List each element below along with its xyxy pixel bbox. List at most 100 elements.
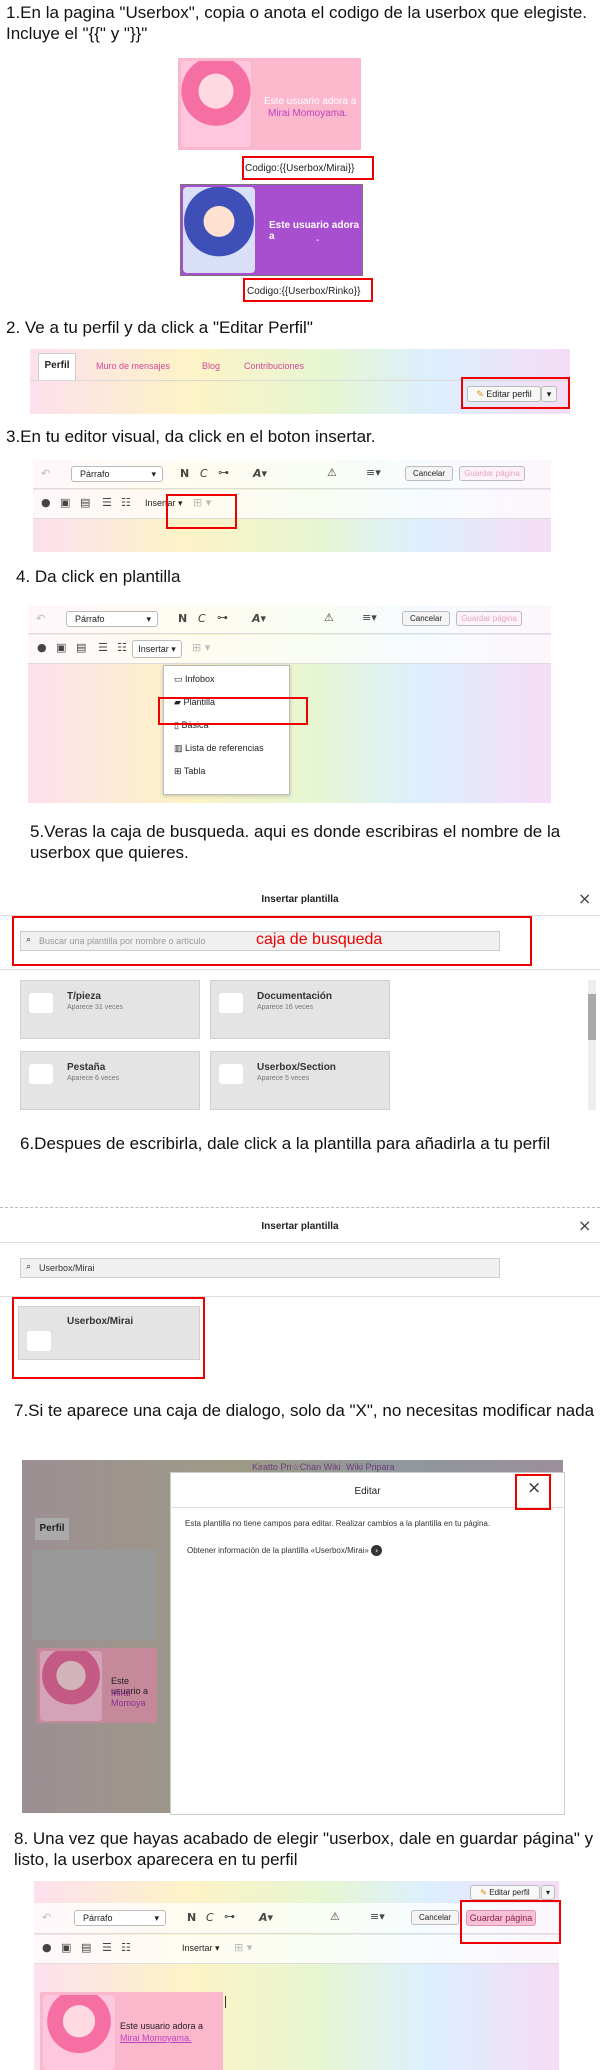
bullet-list-icon[interactable]: ☰ xyxy=(98,641,108,654)
step-6-text: 6.Despues de escribirla, dale click a la… xyxy=(20,1134,551,1153)
infobox-icon: ▭ xyxy=(174,674,183,684)
userbox-rinko-name: - xyxy=(316,235,320,246)
undo-icon[interactable]: ↶ xyxy=(41,467,50,480)
numbered-list-icon[interactable]: ☷ xyxy=(121,1941,131,1954)
link-icon[interactable]: ⊶ xyxy=(217,611,228,624)
editor-toolbar-screenshot-1: ↶ Párrafo ▾ N C ⊶ A▾ ⚠ ≡▾ Cancelar Guarda… xyxy=(33,460,551,552)
italic-icon[interactable]: C xyxy=(198,612,206,625)
gallery-icon[interactable]: ▤ xyxy=(76,641,86,654)
menu-item-tabla[interactable]: ⊞ Tabla xyxy=(174,766,205,777)
undo-icon[interactable]: ↶ xyxy=(36,612,45,625)
menu-item-referencias[interactable]: ▥ Lista de referencias xyxy=(174,743,264,754)
paragraph-select[interactable]: Párrafo ▾ xyxy=(66,611,158,627)
chevron-down-icon: ▾ xyxy=(151,469,156,479)
list-icon[interactable]: ≡▾ xyxy=(362,611,377,624)
edit-dialog-title: Editar xyxy=(354,1486,381,1497)
step-4-text: 4. Da click en plantilla xyxy=(16,567,181,586)
card-title: Documentación xyxy=(257,991,333,1002)
image-icon[interactable]: ▣ xyxy=(61,1941,71,1954)
tab-perfil[interactable]: Perfil xyxy=(38,353,76,380)
cancel-button[interactable]: Cancelar xyxy=(402,611,450,626)
undo-icon[interactable]: ↶ xyxy=(42,1911,51,1924)
gallery-icon[interactable]: ▤ xyxy=(80,496,90,509)
save-page-button[interactable]: Guardar página xyxy=(456,611,522,626)
image-icon[interactable]: ▣ xyxy=(56,641,66,654)
highlight-insertar-1 xyxy=(166,494,237,529)
text-style-icon[interactable]: A▾ xyxy=(253,467,267,480)
toolbar2-row-2: ● ▣ ▤ ☰ ☷ Insertar ▾ ⊞ ▾ xyxy=(28,635,551,664)
highlight-guardar-pagina xyxy=(460,1900,561,1944)
final-userbox-name[interactable]: Mirai Momoyama. xyxy=(120,2033,192,2043)
numbered-list-icon[interactable]: ☷ xyxy=(117,641,127,654)
card-sub: Aparece 6 veces xyxy=(67,1075,120,1082)
gallery-icon[interactable]: ▤ xyxy=(81,1941,91,1954)
table-icon[interactable]: ⊞ ▾ xyxy=(192,641,210,654)
text-style-icon[interactable]: A▾ xyxy=(252,612,266,625)
template-card-tpieza[interactable]: T/pieza Aparece 31 veces xyxy=(20,980,200,1039)
text-style-icon[interactable]: A▾ xyxy=(259,1911,273,1924)
list-icon[interactable]: ≡▾ xyxy=(370,1910,385,1923)
scrollbar-thumb[interactable] xyxy=(588,994,596,1040)
tab-muro[interactable]: Muro de mensajes xyxy=(96,361,170,371)
bold-icon[interactable]: N xyxy=(187,1911,196,1924)
tab-blog[interactable]: Blog xyxy=(202,361,220,371)
table-icon[interactable]: ⊞ ▾ xyxy=(234,1941,252,1954)
numbered-list-icon[interactable]: ☷ xyxy=(121,496,131,509)
close-icon[interactable]: × xyxy=(578,1216,591,1235)
rinko-avatar xyxy=(183,187,255,273)
step-5-text: 5.Veras la caja de busqueda. aqui es don… xyxy=(30,822,561,862)
tab-contribuciones[interactable]: Contribuciones xyxy=(244,361,304,371)
paragraph-label: Párrafo xyxy=(75,614,105,624)
userbox-mirai-name[interactable]: Mirai Momoyama. xyxy=(268,108,347,119)
link-icon[interactable]: ⊶ xyxy=(218,466,229,479)
bullet-list-icon[interactable]: ☰ xyxy=(102,496,112,509)
template-card-userbox-section[interactable]: Userbox/Section Aparece 5 veces xyxy=(210,1051,390,1110)
media-icon[interactable]: ● xyxy=(37,641,47,654)
puzzle-icon xyxy=(219,993,243,1013)
bullet-list-icon[interactable]: ☰ xyxy=(102,1941,112,1954)
userbox-mirai-text: Este usuario adora a xyxy=(264,96,357,107)
chevron-down-icon: ▾ xyxy=(154,1913,159,1923)
italic-icon[interactable]: C xyxy=(200,467,208,480)
puzzle-icon xyxy=(219,1064,243,1084)
editar-perfil-button[interactable]: ✎ Editar perfil xyxy=(470,1885,540,1900)
final-userbox-text: Este usuario adora a xyxy=(120,2021,204,2031)
warning-icon[interactable]: ⚠ xyxy=(330,1910,340,1923)
scrollbar[interactable] xyxy=(588,980,596,1110)
userbox-mirai: Este usuario adora a Mirai Momoyama. xyxy=(178,58,361,150)
search-input[interactable]: ⌕ Userbox/Mirai xyxy=(20,1258,500,1278)
editar-perfil-dropdown[interactable]: ▾ xyxy=(541,1885,555,1900)
bold-icon[interactable]: N xyxy=(180,467,189,480)
step-2-text: 2. Ve a tu perfil y da click a "Editar P… xyxy=(6,318,313,337)
link-icon[interactable]: ⊶ xyxy=(224,1910,235,1923)
template-card-documentacion[interactable]: Documentación Aparece 16 veces xyxy=(210,980,390,1039)
menu-item-infobox[interactable]: ▭ Infobox xyxy=(174,674,215,685)
template-card-pestana[interactable]: Pestaña Aparece 6 veces xyxy=(20,1051,200,1110)
edit-dialog-screenshot: Kiratto Pri☆Chan Wiki Wiki Pripara Perfi… xyxy=(22,1460,565,1815)
card-sub: Aparece 31 veces xyxy=(67,1004,124,1011)
italic-icon[interactable]: C xyxy=(206,1911,214,1924)
highlight-editar-perfil xyxy=(461,377,570,409)
close-icon[interactable]: × xyxy=(578,889,591,908)
editar-perfil-label: Editar perfil xyxy=(489,1888,530,1897)
step-1-text: 1.En la pagina "Userbox", copia o anota … xyxy=(6,3,588,43)
site-subtitle: Wiki Pripara xyxy=(346,1462,395,1472)
bold-icon[interactable]: N xyxy=(178,612,187,625)
warning-icon[interactable]: ⚠ xyxy=(327,466,337,479)
save-page-button[interactable]: Guardar página xyxy=(459,466,525,481)
insert-button[interactable]: Insertar ▾ xyxy=(182,1943,220,1954)
search-icon: ⌕ xyxy=(26,1262,32,1272)
insert-button-open[interactable]: Insertar ▾ xyxy=(132,640,182,658)
warning-icon[interactable]: ⚠ xyxy=(324,611,334,624)
list-icon[interactable]: ≡▾ xyxy=(366,466,381,479)
template-info-link[interactable]: Obtener información de la plantilla «Use… xyxy=(187,1545,383,1556)
image-icon[interactable]: ▣ xyxy=(60,496,70,509)
paragraph-select[interactable]: Párrafo ▾ xyxy=(74,1910,166,1926)
media-icon[interactable]: ● xyxy=(42,1941,52,1954)
highlight-code-mirai xyxy=(242,156,374,180)
dialog-title: Insertar plantilla xyxy=(261,1221,339,1232)
paragraph-select[interactable]: Párrafo ▾ xyxy=(71,466,163,482)
cancel-button[interactable]: Cancelar xyxy=(405,466,453,481)
cancel-button[interactable]: Cancelar xyxy=(411,1910,459,1925)
media-icon[interactable]: ● xyxy=(41,496,51,509)
